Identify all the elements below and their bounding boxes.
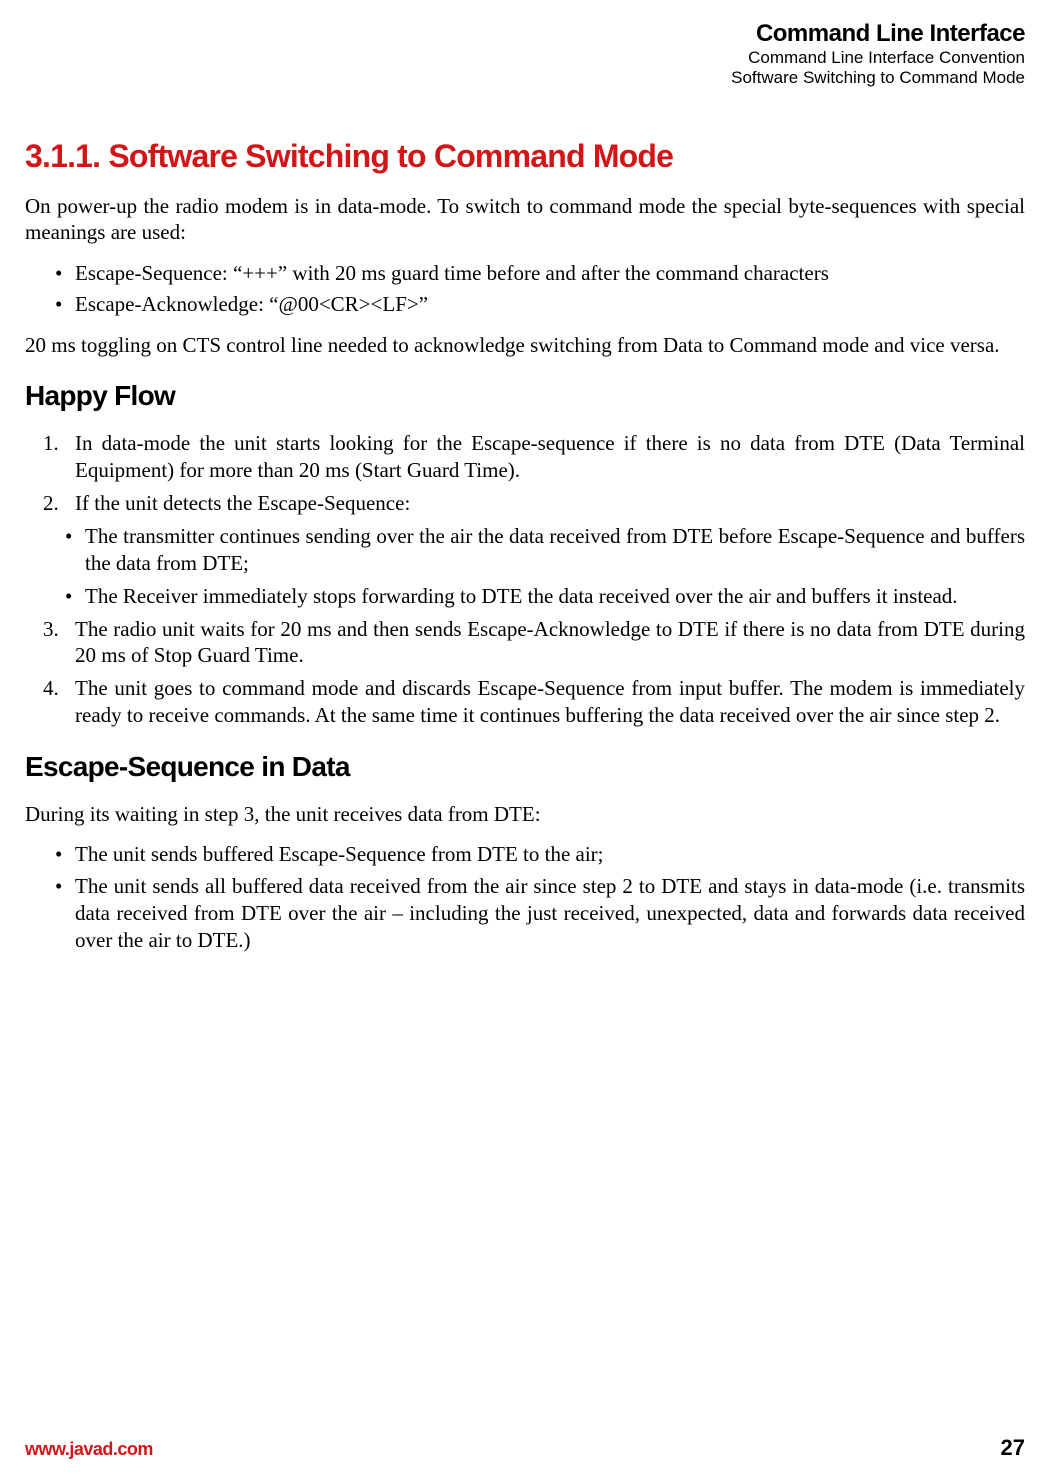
list-item: The transmitter continues sending over t… [65,523,1025,577]
happy-flow-list: In data-mode the unit starts looking for… [25,430,1025,729]
cts-note-paragraph: 20 ms toggling on CTS control line neede… [25,332,1025,358]
header-subsection-title: Software Switching to Command Mode [25,68,1025,88]
list-item: The radio unit waits for 20 ms and then … [75,616,1025,670]
section-heading: 3.1.1. Software Switching to Command Mod… [25,138,1025,175]
list-item: Escape-Sequence: “+++” with 20 ms guard … [75,260,1025,287]
list-item: The unit sends buffered Escape-Sequence … [75,841,1025,868]
header-section-title: Command Line Interface Convention [25,48,1025,68]
intro-paragraph: On power-up the radio modem is in data-m… [25,193,1025,246]
sub-bullet-list: The transmitter continues sending over t… [65,523,1025,610]
happy-flow-heading: Happy Flow [25,380,1025,412]
escape-in-data-intro: During its waiting in step 3, the unit r… [25,801,1025,827]
header-chapter-title: Command Line Interface [25,20,1025,48]
list-item: Escape-Acknowledge: “@00<CR><LF>” [75,291,1025,318]
list-item-text: If the unit detects the Escape-Sequence: [75,491,410,515]
escape-bullet-list: Escape-Sequence: “+++” with 20 ms guard … [25,260,1025,319]
footer-url: www.javad.com [25,1439,153,1460]
list-item-text: In data-mode the unit starts looking for… [75,431,1025,482]
escape-in-data-list: The unit sends buffered Escape-Sequence … [25,841,1025,954]
list-item-text: The unit goes to command mode and discar… [75,676,1025,727]
footer-page-number: 27 [1001,1435,1025,1461]
list-item: If the unit detects the Escape-Sequence:… [75,490,1025,610]
page-header: Command Line Interface Command Line Inte… [25,20,1025,88]
list-item: The unit goes to command mode and discar… [75,675,1025,729]
list-item: The unit sends all buffered data receive… [75,873,1025,955]
list-item: The Receiver immediately stops forwardin… [65,583,1025,610]
escape-in-data-heading: Escape-Sequence in Data [25,751,1025,783]
page-footer: www.javad.com 27 [25,1435,1025,1461]
list-item: In data-mode the unit starts looking for… [75,430,1025,484]
list-item-text: The radio unit waits for 20 ms and then … [75,617,1025,668]
